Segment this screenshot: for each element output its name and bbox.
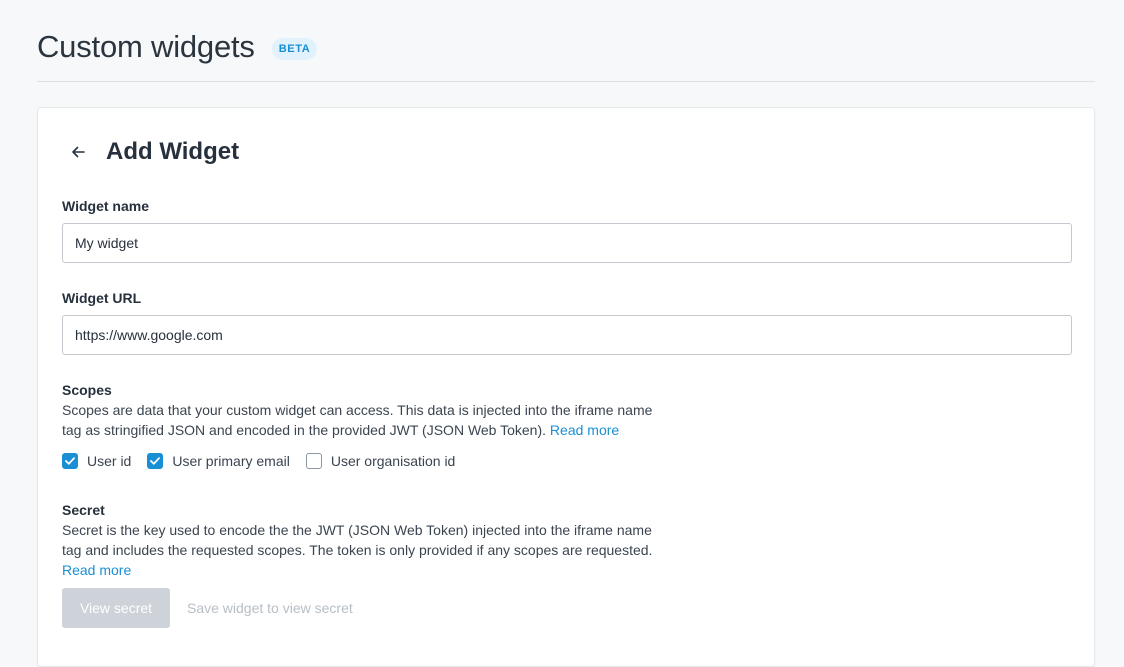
secret-read-more-link[interactable]: Read more <box>62 562 131 578</box>
scope-user-primary-email-checkbox[interactable]: User primary email <box>147 453 290 469</box>
page-title: Custom widgets <box>37 29 255 64</box>
secret-label: Secret <box>62 502 105 518</box>
secret-description-text: Secret is the key used to encode the the… <box>62 522 653 558</box>
scope-user-primary-email-label: User primary email <box>172 453 290 469</box>
save-widget-hint: Save widget to view secret <box>187 600 353 616</box>
checkbox-checked-icon <box>62 453 78 469</box>
card-title: Add Widget <box>106 138 240 165</box>
scope-user-organisation-id-label: User organisation id <box>330 453 456 469</box>
scopes-checkbox-group: User id User primary email User organisa… <box>62 453 471 469</box>
widget-url-label: Widget URL <box>62 290 142 306</box>
widget-url-input[interactable] <box>62 315 1072 355</box>
scopes-read-more-link[interactable]: Read more <box>550 422 619 438</box>
add-widget-card: Add Widget Widget name Widget URL Scopes… <box>37 107 1095 667</box>
scopes-label: Scopes <box>62 382 112 398</box>
view-secret-button[interactable]: View secret <box>62 588 170 628</box>
back-button[interactable] <box>58 136 98 168</box>
scope-user-id-checkbox[interactable]: User id <box>62 453 131 469</box>
secret-description: Secret is the key used to encode the the… <box>62 520 672 580</box>
checkbox-unchecked-icon <box>305 453 322 469</box>
scopes-description: Scopes are data that your custom widget … <box>62 400 672 440</box>
scope-user-id-label: User id <box>87 453 132 469</box>
widget-name-label: Widget name <box>62 198 149 214</box>
checkbox-checked-icon <box>147 453 164 469</box>
page-header: Custom widgets BETA <box>37 28 1095 82</box>
beta-badge: BETA <box>271 38 318 60</box>
arrow-left-icon <box>72 146 85 158</box>
widget-name-input[interactable] <box>62 223 1072 263</box>
card-header: Add Widget <box>62 136 239 168</box>
scope-user-organisation-id-checkbox[interactable]: User organisation id <box>305 453 456 469</box>
